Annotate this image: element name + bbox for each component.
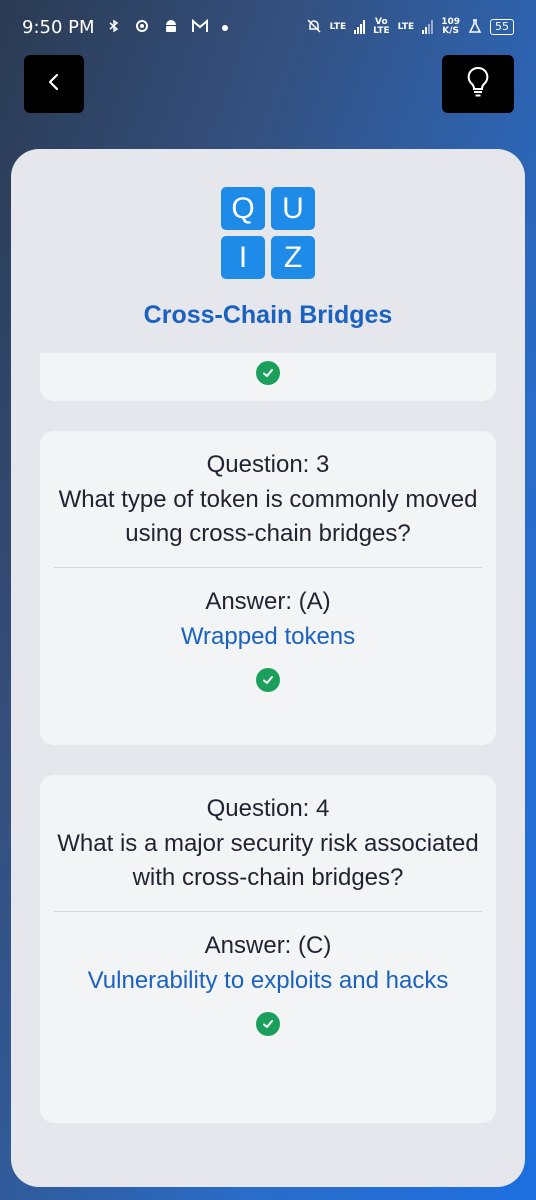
question-number: Question: 3 [206,451,330,478]
question-text: What is a major security risk associated… [57,830,479,891]
flask-icon [468,18,482,36]
volte-label: Vo LTE [373,18,390,36]
logo-tile: Q [221,187,265,230]
chevron-left-icon [46,72,62,96]
check-circle-icon [256,1012,280,1036]
answer-card: Question: 4 What is a major security ris… [40,775,496,1123]
dot-icon [221,20,229,35]
mute-bell-icon [306,18,322,37]
back-button[interactable] [24,55,84,113]
hint-button[interactable] [442,55,514,113]
divider [54,567,482,568]
answer-card-previous [40,353,496,401]
lte-label-2: LTE [397,21,415,32]
quiz-title: Cross-Chain Bridges [143,301,393,329]
battery-indicator: 55 [490,19,514,35]
check-circle-icon [256,668,280,692]
quiz-card: Q U I Z Cross-Chain Bridges Question: 3 … [11,149,525,1187]
answers-list[interactable]: Question: 3 What type of token is common… [40,353,496,1187]
status-bar: 9:50 PM LTE Vo LTE LTE 109 K/S 55 [0,0,536,54]
gmail-icon [191,18,209,36]
answer-label: Answer: (A) [205,588,331,615]
net-speed: 109 K/S [441,18,460,36]
answer-label: Answer: (C) [204,932,332,959]
answer-text: Vulnerability to exploits and hacks [87,967,449,994]
net-speed-unit: K/S [442,26,459,36]
signal-icon [354,20,366,34]
lte-label: LTE [329,21,347,32]
quiz-logo: Q U I Z [221,187,315,279]
logo-tile: I [221,236,265,279]
signal-icon-2 [422,20,434,34]
android-icon [163,18,179,37]
question-text: What type of token is commonly moved usi… [58,486,478,547]
answer-text: Wrapped tokens [180,623,356,650]
question-number: Question: 4 [206,795,330,822]
logo-tile: Z [271,236,315,279]
lightbulb-icon [465,65,491,103]
logo-tile: U [271,187,315,230]
vo-lte-text: LTE [373,26,390,36]
app-notification-icon [133,18,151,37]
divider [54,911,482,912]
answer-card: Question: 3 What type of token is common… [40,431,496,745]
check-circle-icon [256,361,280,385]
bluetooth-icon [107,19,121,36]
status-time: 9:50 PM [22,16,95,38]
